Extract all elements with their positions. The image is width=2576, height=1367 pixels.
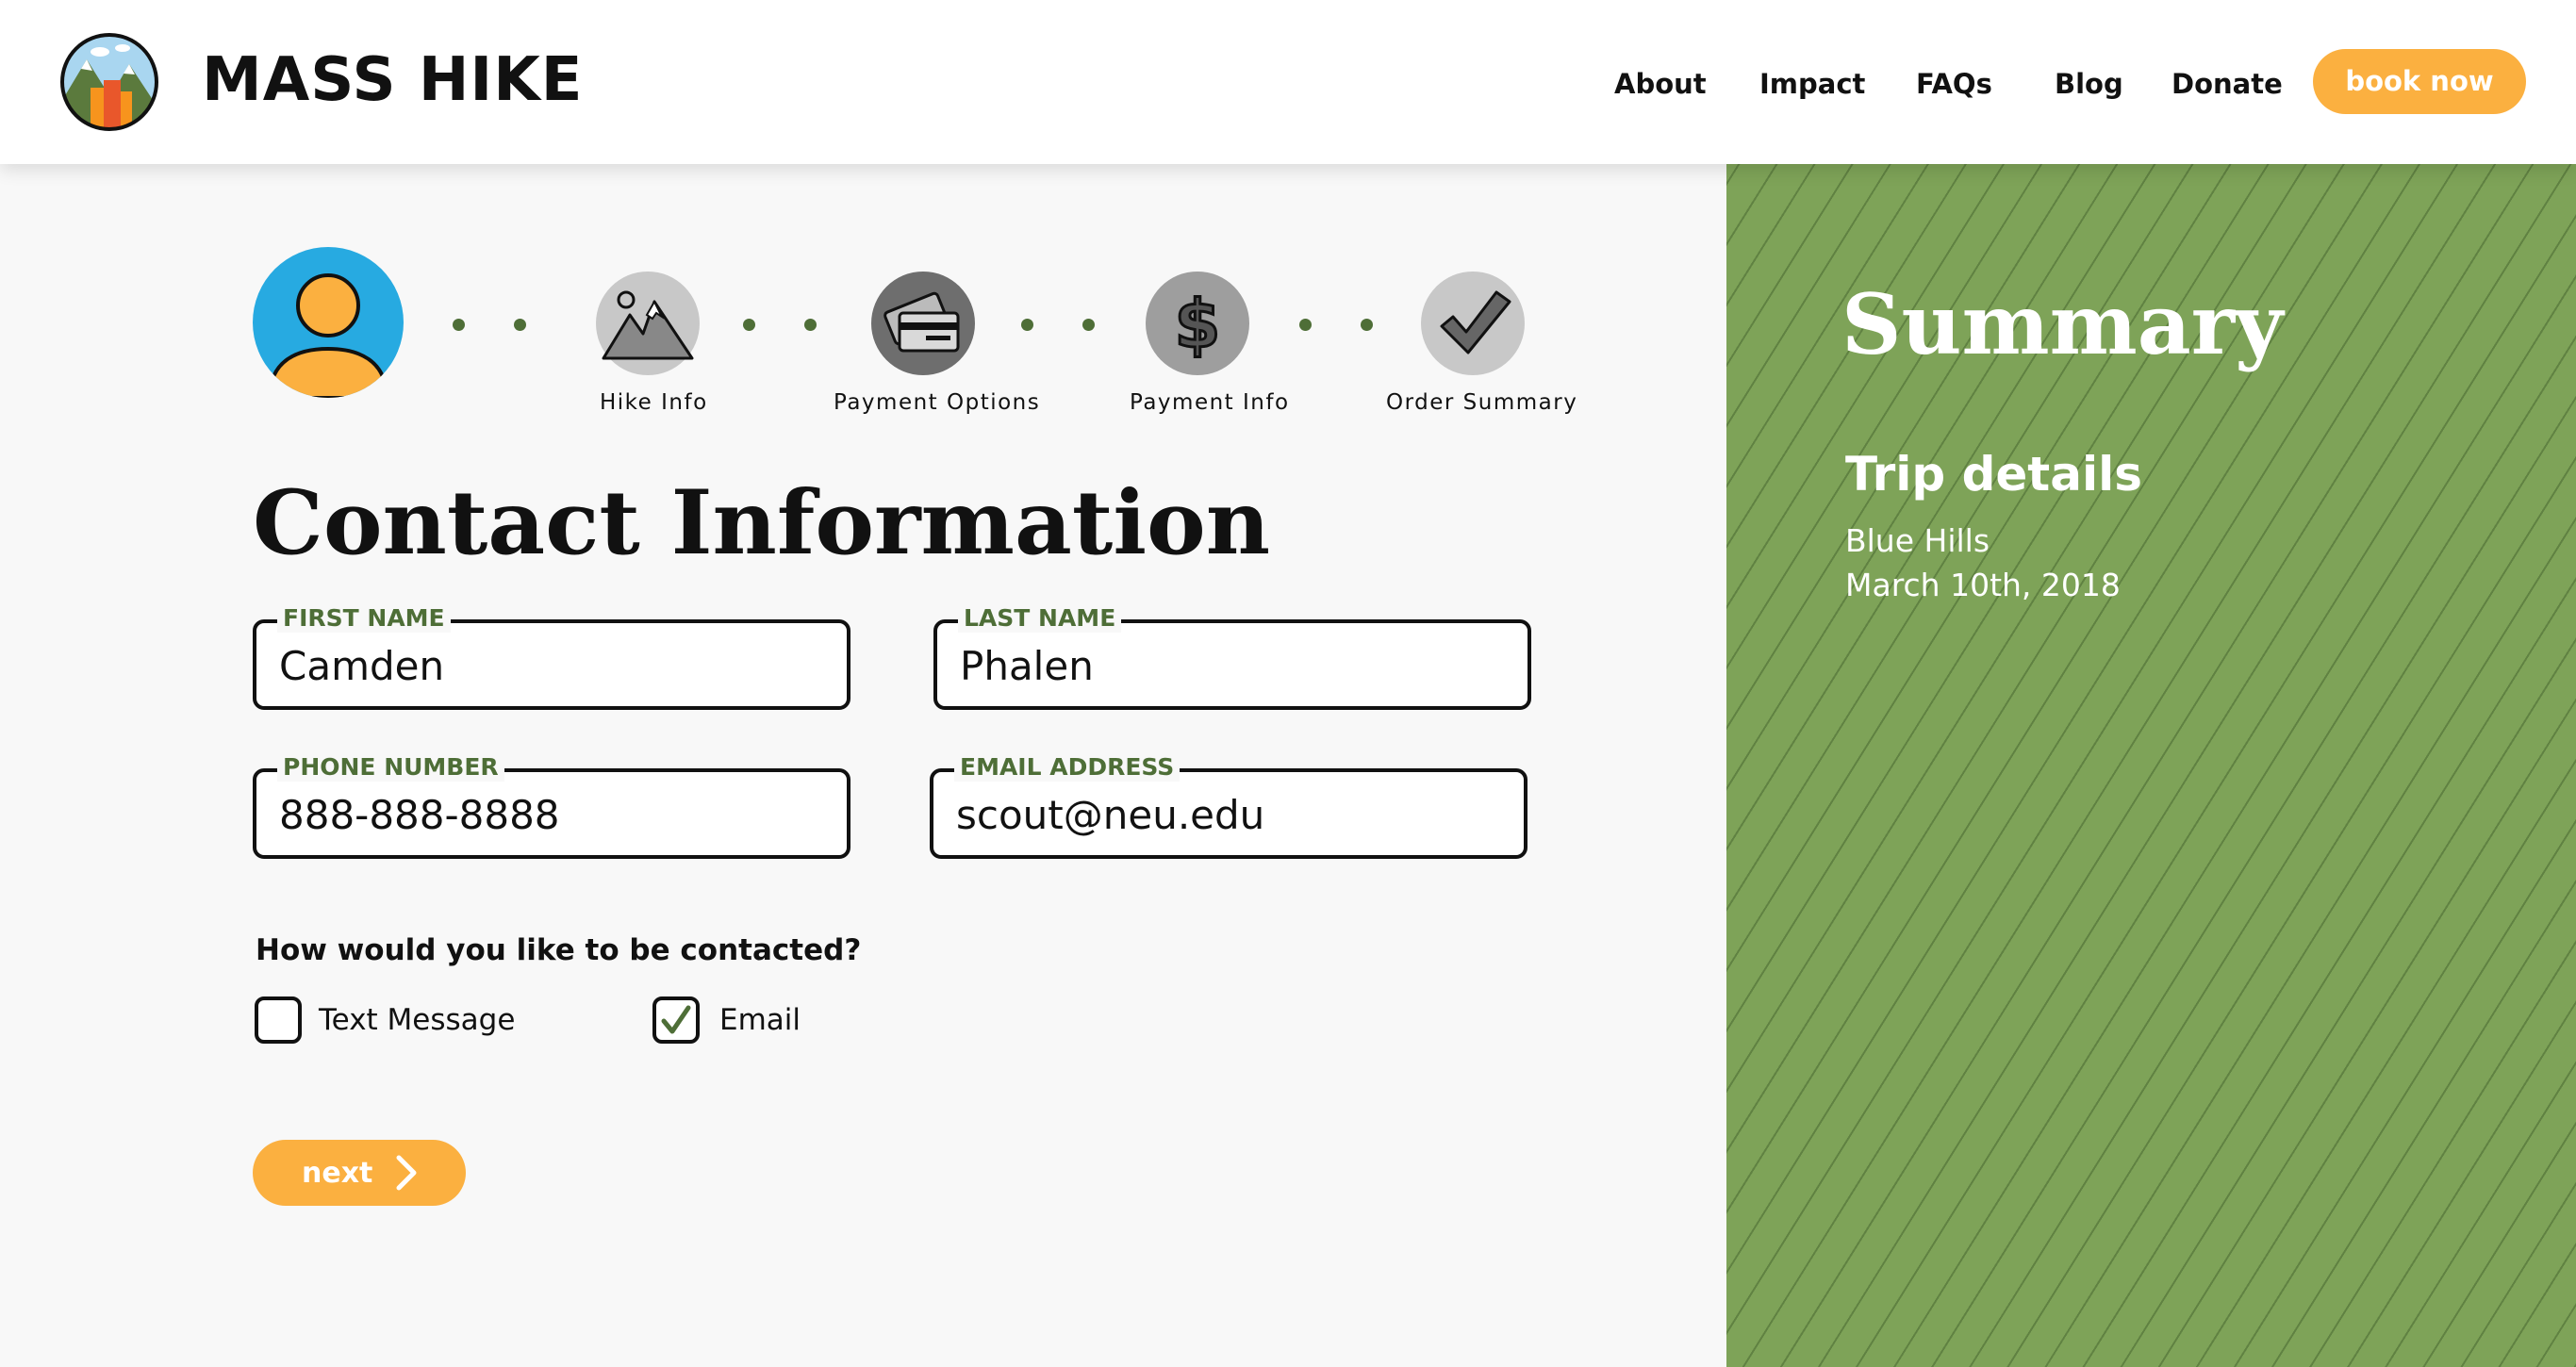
brand-name[interactable]: MASS HIKE: [202, 45, 584, 115]
summary-title: Summary: [1841, 275, 2284, 373]
summary-panel: Summary Trip details Blue Hills March 10…: [1726, 164, 2576, 1367]
email-address-label: EMAIL ADDRESS: [954, 753, 1181, 782]
step-dot: [1021, 319, 1033, 331]
step-dot: [804, 319, 817, 331]
first-name-field[interactable]: FIRST NAME: [253, 604, 850, 710]
text-message-checkbox[interactable]: [255, 996, 302, 1044]
nav-impact[interactable]: Impact: [1759, 68, 1865, 100]
email-address-input[interactable]: [956, 791, 1503, 838]
step-label-payment-options: Payment Options: [834, 390, 1041, 415]
email-address-field[interactable]: EMAIL ADDRESS: [930, 753, 1527, 859]
trip-details-heading: Trip details: [1845, 447, 2142, 502]
step-label-order-summary: Order Summary: [1386, 390, 1578, 415]
page-title: Contact Information: [253, 471, 1271, 575]
nav-blog[interactable]: Blog: [2055, 68, 2123, 100]
first-name-input[interactable]: [279, 642, 826, 689]
last-name-input[interactable]: [960, 642, 1507, 689]
book-now-button[interactable]: book now: [2313, 49, 2526, 114]
nav-donate[interactable]: Donate: [2171, 68, 2283, 100]
nav-about[interactable]: About: [1614, 68, 1707, 100]
step-label-payment-info: Payment Info: [1130, 390, 1290, 415]
step-contact-avatar[interactable]: [253, 247, 404, 398]
step-dot: [743, 319, 755, 331]
trip-date: March 10th, 2018: [1845, 567, 2121, 603]
dollar-icon[interactable]: $: [1146, 272, 1249, 375]
last-name-label: LAST NAME: [958, 604, 1122, 633]
site-header: MASS HIKE About Impact FAQs Blog Donate …: [0, 0, 2576, 164]
phone-number-label: PHONE NUMBER: [277, 753, 504, 782]
step-dot: [1361, 319, 1373, 331]
checkmark-icon: [661, 1005, 691, 1034]
person-icon: [253, 247, 404, 398]
contact-method-question: How would you like to be contacted?: [256, 933, 862, 967]
checkmark-icon[interactable]: [1421, 272, 1525, 375]
step-dot: [1299, 319, 1312, 331]
next-button[interactable]: next: [253, 1140, 466, 1206]
step-label-hike-info: Hike Info: [600, 390, 708, 415]
email-checkbox[interactable]: [652, 996, 700, 1044]
phone-number-input[interactable]: [279, 791, 826, 838]
svg-text:$: $: [1175, 286, 1221, 363]
first-name-label: FIRST NAME: [277, 604, 451, 633]
nav-faqs[interactable]: FAQs: [1916, 68, 1992, 100]
mountain-icon[interactable]: [596, 272, 700, 375]
step-dot: [1082, 319, 1095, 331]
phone-number-field[interactable]: PHONE NUMBER: [253, 753, 850, 859]
next-button-label: next: [302, 1157, 373, 1190]
credit-card-icon[interactable]: [871, 272, 975, 375]
text-message-label[interactable]: Text Message: [319, 1003, 515, 1037]
last-name-field[interactable]: LAST NAME: [933, 604, 1531, 710]
chevron-right-icon: [396, 1155, 417, 1191]
email-option-label[interactable]: Email: [719, 1003, 801, 1037]
mass-hike-logo-icon[interactable]: [58, 31, 160, 133]
step-dot: [453, 319, 465, 331]
step-dot: [514, 319, 526, 331]
trip-location: Blue Hills: [1845, 522, 1990, 559]
